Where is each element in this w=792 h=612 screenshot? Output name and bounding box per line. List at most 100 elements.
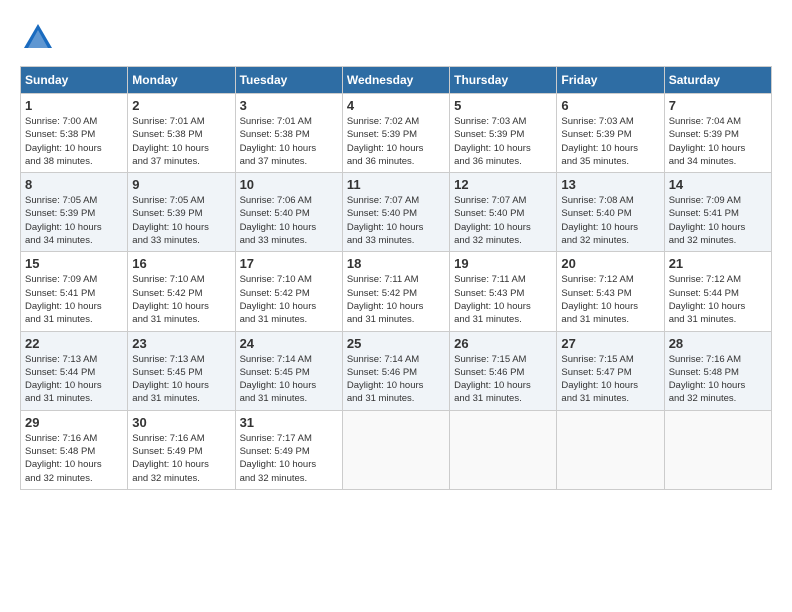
weekday-header: Wednesday bbox=[342, 67, 449, 94]
day-info: Sunrise: 7:15 AM Sunset: 5:47 PM Dayligh… bbox=[561, 353, 659, 406]
logo bbox=[20, 20, 62, 56]
day-number: 6 bbox=[561, 98, 659, 113]
calendar-cell: 3Sunrise: 7:01 AM Sunset: 5:38 PM Daylig… bbox=[235, 94, 342, 173]
calendar-cell: 25 Sunrise: 7:14 AM Sunset: 5:46 PM Dayli… bbox=[342, 331, 449, 410]
day-number: 14 bbox=[669, 177, 767, 192]
calendar-cell: 28 Sunrise: 7:16 AM Sunset: 5:48 PM Dayli… bbox=[664, 331, 771, 410]
day-number: 30 bbox=[132, 415, 230, 430]
day-number: 22 bbox=[25, 336, 123, 351]
calendar-cell: 5 Sunrise: 7:03 AM Sunset: 5:39 PM Daylig… bbox=[450, 94, 557, 173]
calendar-cell: 17Sunrise: 7:10 AM Sunset: 5:42 PM Dayli… bbox=[235, 252, 342, 331]
day-info: Sunrise: 7:03 AM Sunset: 5:39 PM Dayligh… bbox=[454, 115, 552, 168]
day-info: Sunrise: 7:14 AM Sunset: 5:46 PM Dayligh… bbox=[347, 353, 445, 406]
calendar-week-row: 8 Sunrise: 7:05 AM Sunset: 5:39 PM Daylig… bbox=[21, 173, 772, 252]
calendar-cell bbox=[664, 410, 771, 489]
calendar-cell: 8 Sunrise: 7:05 AM Sunset: 5:39 PM Daylig… bbox=[21, 173, 128, 252]
calendar-cell: 21 Sunrise: 7:12 AM Sunset: 5:44 PM Dayli… bbox=[664, 252, 771, 331]
day-number: 19 bbox=[454, 256, 552, 271]
calendar-cell: 18 Sunrise: 7:11 AM Sunset: 5:42 PM Dayli… bbox=[342, 252, 449, 331]
day-info: Sunrise: 7:14 AM Sunset: 5:45 PM Dayligh… bbox=[240, 353, 338, 406]
day-number: 13 bbox=[561, 177, 659, 192]
day-number: 2 bbox=[132, 98, 230, 113]
calendar-week-row: 15 Sunrise: 7:09 AM Sunset: 5:41 PM Dayli… bbox=[21, 252, 772, 331]
day-info: Sunrise: 7:09 AM Sunset: 5:41 PM Dayligh… bbox=[669, 194, 767, 247]
day-info: Sunrise: 7:04 AM Sunset: 5:39 PM Dayligh… bbox=[669, 115, 767, 168]
calendar-cell: 20 Sunrise: 7:12 AM Sunset: 5:43 PM Dayli… bbox=[557, 252, 664, 331]
day-info: Sunrise: 7:00 AM Sunset: 5:38 PM Dayligh… bbox=[25, 115, 123, 168]
day-number: 9 bbox=[132, 177, 230, 192]
day-number: 26 bbox=[454, 336, 552, 351]
calendar-cell: 13 Sunrise: 7:08 AM Sunset: 5:40 PM Dayli… bbox=[557, 173, 664, 252]
calendar-cell: 6Sunrise: 7:03 AM Sunset: 5:39 PM Daylig… bbox=[557, 94, 664, 173]
day-info: Sunrise: 7:01 AM Sunset: 5:38 PM Dayligh… bbox=[132, 115, 230, 168]
day-number: 10 bbox=[240, 177, 338, 192]
calendar-cell: 11 Sunrise: 7:07 AM Sunset: 5:40 PM Dayli… bbox=[342, 173, 449, 252]
weekday-header: Friday bbox=[557, 67, 664, 94]
day-info: Sunrise: 7:11 AM Sunset: 5:42 PM Dayligh… bbox=[347, 273, 445, 326]
day-info: Sunrise: 7:09 AM Sunset: 5:41 PM Dayligh… bbox=[25, 273, 123, 326]
day-info: Sunrise: 7:12 AM Sunset: 5:43 PM Dayligh… bbox=[561, 273, 659, 326]
calendar-week-row: 29 Sunrise: 7:16 AM Sunset: 5:48 PM Dayli… bbox=[21, 410, 772, 489]
calendar-cell: 12 Sunrise: 7:07 AM Sunset: 5:40 PM Dayli… bbox=[450, 173, 557, 252]
calendar-cell: 14 Sunrise: 7:09 AM Sunset: 5:41 PM Dayli… bbox=[664, 173, 771, 252]
calendar-cell: 30 Sunrise: 7:16 AM Sunset: 5:49 PM Dayli… bbox=[128, 410, 235, 489]
day-number: 1 bbox=[25, 98, 123, 113]
day-info: Sunrise: 7:10 AM Sunset: 5:42 PM Dayligh… bbox=[240, 273, 338, 326]
day-number: 29 bbox=[25, 415, 123, 430]
header bbox=[20, 20, 772, 56]
day-number: 23 bbox=[132, 336, 230, 351]
day-number: 31 bbox=[240, 415, 338, 430]
calendar-cell: 15 Sunrise: 7:09 AM Sunset: 5:41 PM Dayli… bbox=[21, 252, 128, 331]
calendar-cell: 31Sunrise: 7:17 AM Sunset: 5:49 PM Dayli… bbox=[235, 410, 342, 489]
day-info: Sunrise: 7:10 AM Sunset: 5:42 PM Dayligh… bbox=[132, 273, 230, 326]
day-number: 15 bbox=[25, 256, 123, 271]
calendar-cell: 1 Sunrise: 7:00 AM Sunset: 5:38 PM Daylig… bbox=[21, 94, 128, 173]
day-info: Sunrise: 7:07 AM Sunset: 5:40 PM Dayligh… bbox=[454, 194, 552, 247]
calendar-cell bbox=[342, 410, 449, 489]
day-info: Sunrise: 7:02 AM Sunset: 5:39 PM Dayligh… bbox=[347, 115, 445, 168]
day-number: 4 bbox=[347, 98, 445, 113]
day-info: Sunrise: 7:16 AM Sunset: 5:48 PM Dayligh… bbox=[25, 432, 123, 485]
day-number: 20 bbox=[561, 256, 659, 271]
calendar-cell: 27Sunrise: 7:15 AM Sunset: 5:47 PM Dayli… bbox=[557, 331, 664, 410]
day-number: 16 bbox=[132, 256, 230, 271]
day-number: 11 bbox=[347, 177, 445, 192]
day-info: Sunrise: 7:08 AM Sunset: 5:40 PM Dayligh… bbox=[561, 194, 659, 247]
day-number: 21 bbox=[669, 256, 767, 271]
calendar-week-row: 22 Sunrise: 7:13 AM Sunset: 5:44 PM Dayli… bbox=[21, 331, 772, 410]
calendar-cell: 19 Sunrise: 7:11 AM Sunset: 5:43 PM Dayli… bbox=[450, 252, 557, 331]
calendar-cell: 2 Sunrise: 7:01 AM Sunset: 5:38 PM Daylig… bbox=[128, 94, 235, 173]
day-info: Sunrise: 7:13 AM Sunset: 5:44 PM Dayligh… bbox=[25, 353, 123, 406]
calendar-cell: 29 Sunrise: 7:16 AM Sunset: 5:48 PM Dayli… bbox=[21, 410, 128, 489]
day-info: Sunrise: 7:16 AM Sunset: 5:49 PM Dayligh… bbox=[132, 432, 230, 485]
day-info: Sunrise: 7:05 AM Sunset: 5:39 PM Dayligh… bbox=[132, 194, 230, 247]
logo-icon bbox=[20, 20, 56, 56]
calendar-cell: 24Sunrise: 7:14 AM Sunset: 5:45 PM Dayli… bbox=[235, 331, 342, 410]
day-info: Sunrise: 7:12 AM Sunset: 5:44 PM Dayligh… bbox=[669, 273, 767, 326]
day-number: 28 bbox=[669, 336, 767, 351]
day-number: 25 bbox=[347, 336, 445, 351]
day-info: Sunrise: 7:16 AM Sunset: 5:48 PM Dayligh… bbox=[669, 353, 767, 406]
day-number: 12 bbox=[454, 177, 552, 192]
day-number: 5 bbox=[454, 98, 552, 113]
weekday-header: Monday bbox=[128, 67, 235, 94]
day-number: 3 bbox=[240, 98, 338, 113]
weekday-header: Saturday bbox=[664, 67, 771, 94]
day-info: Sunrise: 7:07 AM Sunset: 5:40 PM Dayligh… bbox=[347, 194, 445, 247]
day-info: Sunrise: 7:13 AM Sunset: 5:45 PM Dayligh… bbox=[132, 353, 230, 406]
day-number: 7 bbox=[669, 98, 767, 113]
calendar-cell: 7 Sunrise: 7:04 AM Sunset: 5:39 PM Daylig… bbox=[664, 94, 771, 173]
calendar-table: SundayMondayTuesdayWednesdayThursdayFrid… bbox=[20, 66, 772, 490]
calendar-cell: 16 Sunrise: 7:10 AM Sunset: 5:42 PM Dayli… bbox=[128, 252, 235, 331]
day-number: 8 bbox=[25, 177, 123, 192]
calendar-week-row: 1 Sunrise: 7:00 AM Sunset: 5:38 PM Daylig… bbox=[21, 94, 772, 173]
calendar-cell: 26 Sunrise: 7:15 AM Sunset: 5:46 PM Dayli… bbox=[450, 331, 557, 410]
calendar-cell bbox=[557, 410, 664, 489]
day-info: Sunrise: 7:11 AM Sunset: 5:43 PM Dayligh… bbox=[454, 273, 552, 326]
day-number: 18 bbox=[347, 256, 445, 271]
day-info: Sunrise: 7:15 AM Sunset: 5:46 PM Dayligh… bbox=[454, 353, 552, 406]
day-info: Sunrise: 7:06 AM Sunset: 5:40 PM Dayligh… bbox=[240, 194, 338, 247]
weekday-header: Tuesday bbox=[235, 67, 342, 94]
header-row: SundayMondayTuesdayWednesdayThursdayFrid… bbox=[21, 67, 772, 94]
day-info: Sunrise: 7:05 AM Sunset: 5:39 PM Dayligh… bbox=[25, 194, 123, 247]
